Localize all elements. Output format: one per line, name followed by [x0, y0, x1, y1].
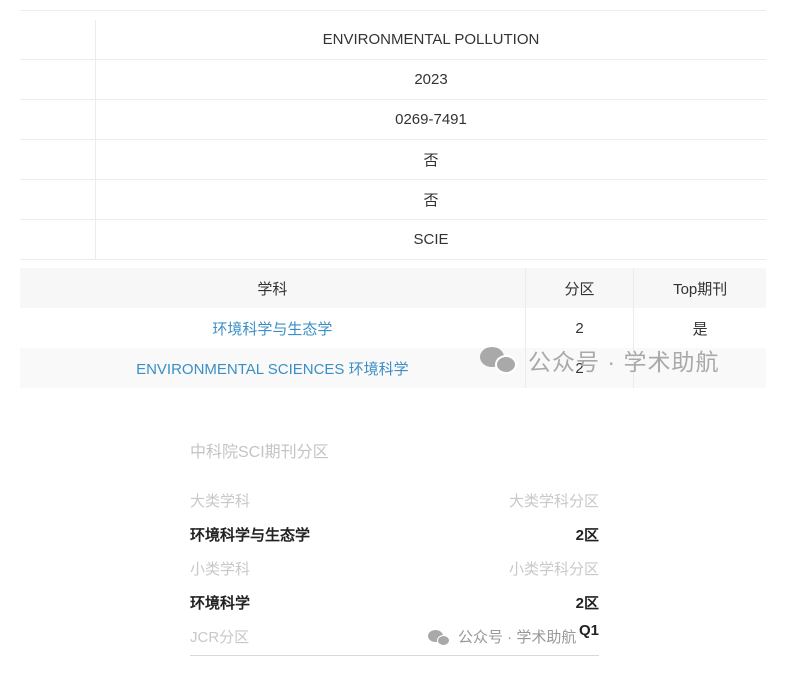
subject-zone-table: 学科 分区 Top期刊 环境科学与生态学 2 是 ENVIRONMENTAL S…: [20, 268, 766, 388]
table-row: 2023: [20, 59, 766, 100]
label-cell: [20, 139, 96, 180]
label-cell: [20, 179, 96, 220]
table-row: SCIE: [20, 219, 766, 260]
minor-value-row: 环境科学 2区: [190, 587, 599, 621]
subject-link[interactable]: ENVIRONMENTAL SCIENCES 环境科学: [20, 348, 526, 388]
table-header-row: 学科 分区 Top期刊: [20, 268, 766, 308]
year-value: 2023: [95, 59, 766, 100]
jcr-label: JCR分区: [190, 629, 250, 646]
table-row: 环境科学与生态学 2 是: [20, 308, 766, 348]
watermark-small-text: 公众号 · 学术助航: [458, 629, 577, 646]
table-row: ENVIRONMENTAL POLLUTION: [20, 20, 766, 60]
index-value: SCIE: [95, 219, 766, 260]
top-journal-header: Top期刊: [633, 268, 766, 308]
journal-info-table: ENVIRONMENTAL POLLUTION 2023 0269-7491 否…: [20, 20, 766, 260]
cas-partition-block: 中科院SCI期刊分区 大类学科 大类学科分区 环境科学与生态学 2区 小类学科 …: [190, 438, 599, 656]
major-subject-value: 环境科学与生态学: [190, 527, 311, 544]
issn-value: 0269-7491: [95, 99, 766, 140]
major-zone-value: 2区: [575, 527, 599, 544]
major-label-row: 大类学科 大类学科分区: [190, 485, 599, 519]
top-cell: [633, 348, 766, 388]
zone-header: 分区: [524, 268, 634, 308]
minor-zone-label: 小类学科分区: [508, 561, 599, 578]
label-cell: [20, 20, 96, 60]
table-row: 否: [20, 179, 766, 220]
label-cell: [20, 219, 96, 260]
major-subject-label: 大类学科: [190, 493, 251, 510]
subject-header: 学科: [20, 268, 526, 308]
minor-subject-value: 环境科学: [190, 595, 251, 612]
wechat-icon: [428, 630, 452, 646]
watermark-small: 公众号 · 学术助航: [428, 621, 576, 655]
zone-cell: 2: [524, 308, 634, 348]
label-cell: [20, 59, 96, 100]
minor-label-row: 小类学科 小类学科分区: [190, 553, 599, 587]
zone-cell: 2: [524, 348, 634, 388]
cas-title: 中科院SCI期刊分区: [190, 444, 329, 461]
journal-name-value: ENVIRONMENTAL POLLUTION: [95, 20, 766, 60]
subject-link[interactable]: 环境科学与生态学: [20, 308, 525, 348]
label-cell: [20, 99, 96, 140]
major-zone-label: 大类学科分区: [508, 493, 599, 510]
table-row: 0269-7491: [20, 99, 766, 140]
minor-subject-label: 小类学科: [190, 561, 251, 578]
jcr-row: JCR分区 公众号 · 学术助航 Q1: [190, 621, 599, 656]
top-divider: [20, 0, 766, 11]
top-cell: 是: [633, 308, 766, 348]
major-value-row: 环境科学与生态学 2区: [190, 519, 599, 553]
flag-value-2: 否: [95, 179, 766, 220]
table-row: ENVIRONMENTAL SCIENCES 环境科学 2: [20, 348, 766, 388]
table-row: 否: [20, 139, 766, 180]
flag-value-1: 否: [95, 139, 766, 180]
jcr-value: Q1: [578, 622, 599, 639]
